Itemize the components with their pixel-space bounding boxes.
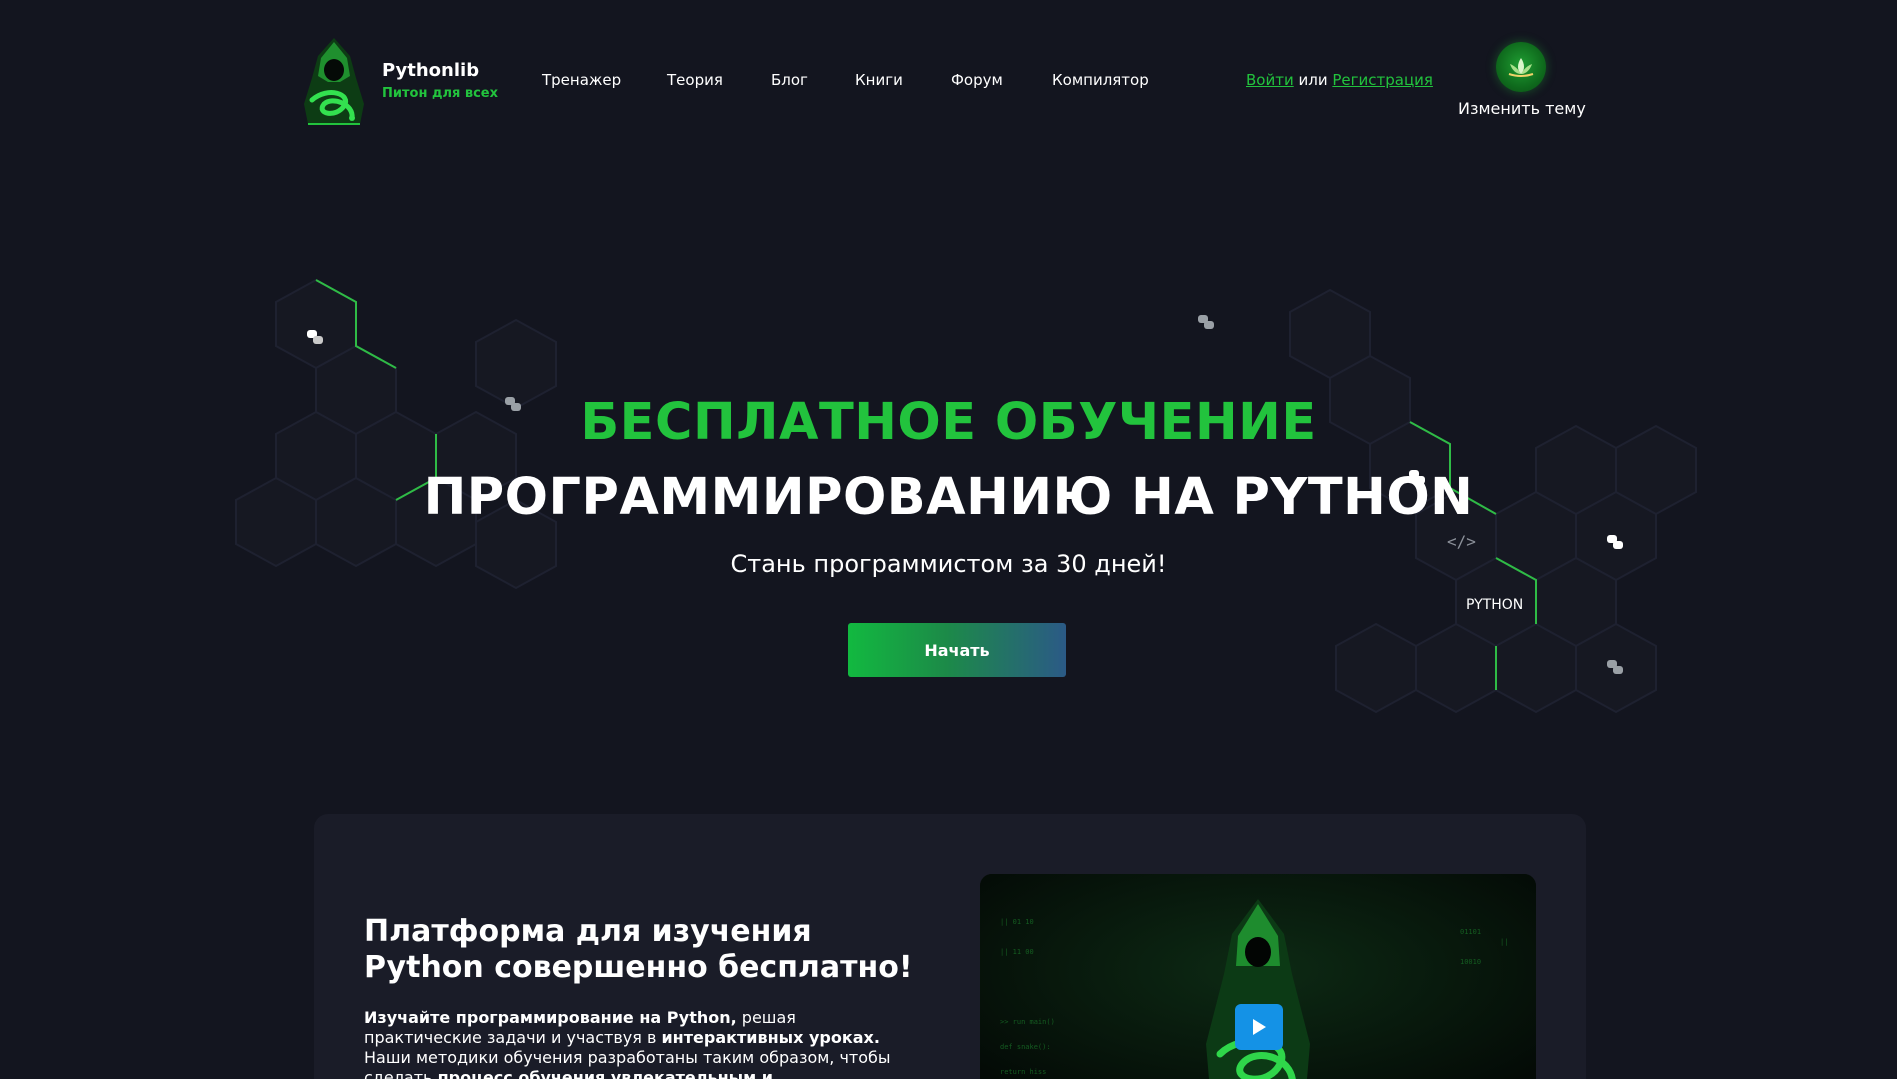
nav-item-theory[interactable]: Теория: [667, 71, 723, 89]
intro-title: Платформа для изучения Python совершенно…: [364, 914, 913, 985]
hero-title-line1: БЕСПЛАТНОЕ ОБУЧЕНИЕ: [580, 393, 1317, 452]
play-icon: [1253, 1019, 1266, 1035]
svg-text:||: ||: [1500, 938, 1508, 946]
nav-item-trainer[interactable]: Тренажер: [542, 71, 621, 89]
nav-item-forum[interactable]: Форум: [951, 71, 1003, 89]
svg-text:</>: </>: [1447, 532, 1476, 551]
svg-text:|| 11 00: || 11 00: [1000, 948, 1034, 956]
intro-card: Платформа для изучения Python совершенно…: [314, 814, 1586, 1079]
svg-text:return hiss: return hiss: [1000, 1068, 1046, 1076]
intro-paragraph: Изучайте программирование на Python, реш…: [364, 1008, 904, 1079]
intro-video[interactable]: || 01 10 || 11 00 >> run main() def snake(…: [980, 874, 1536, 1079]
site-header: Pythonlib Питон для всех Тренажер Теория…: [0, 0, 1897, 140]
nav-item-compiler[interactable]: Компилятор: [1052, 71, 1149, 89]
intro-bold-1: Изучайте программирование на Python,: [364, 1008, 737, 1027]
svg-text:>> run main(): >> run main(): [1000, 1018, 1055, 1026]
intro-bold-2: интерактивных уроках.: [661, 1028, 880, 1047]
register-link[interactable]: Регистрация: [1332, 71, 1433, 89]
nav-item-books[interactable]: Книги: [855, 71, 903, 89]
svg-text:|| 01 10: || 01 10: [1000, 918, 1034, 926]
svg-text:10010: 10010: [1460, 958, 1481, 966]
theme-toggle-button[interactable]: Изменить тему: [1458, 40, 1586, 120]
pythonlib-logo-icon[interactable]: [294, 34, 374, 130]
svg-text:01101: 01101: [1460, 928, 1481, 936]
svg-text:def snake():: def snake():: [1000, 1043, 1051, 1051]
play-button[interactable]: [1235, 1004, 1283, 1050]
brand-name[interactable]: Pythonlib: [382, 60, 479, 81]
hero-title-line2: ПРОГРАММИРОВАНИЮ НА PYTHON: [423, 468, 1474, 527]
auth-or-text: или: [1298, 71, 1328, 89]
hero-subtitle: Стань программистом за 30 дней!: [730, 550, 1167, 578]
lotus-icon: [1496, 42, 1546, 92]
brand-tagline: Питон для всех: [382, 86, 498, 101]
login-link[interactable]: Войти: [1246, 71, 1294, 89]
auth-links: Войти или Регистрация: [1246, 71, 1433, 89]
theme-toggle-label: Изменить тему: [1458, 99, 1586, 118]
start-button[interactable]: Начать: [848, 623, 1066, 677]
python-decor-label: PYTHON: [1466, 597, 1524, 613]
nav-item-blog[interactable]: Блог: [771, 71, 808, 89]
